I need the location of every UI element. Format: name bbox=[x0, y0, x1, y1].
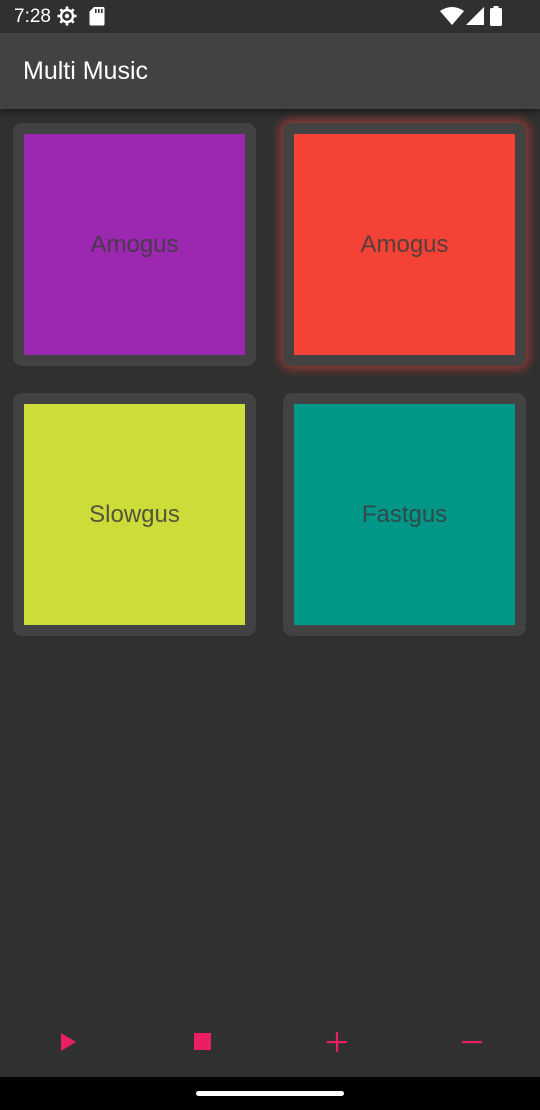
settings-gear-icon bbox=[57, 6, 77, 31]
sound-pad-button[interactable]: Amogus bbox=[24, 134, 245, 355]
sound-pad-label: Amogus bbox=[360, 230, 449, 258]
status-bar: 7:28 bbox=[0, 0, 540, 33]
sound-pad-button[interactable]: Slowgus bbox=[24, 404, 245, 625]
sound-pad-label: Slowgus bbox=[89, 500, 180, 528]
sound-pad-label: Amogus bbox=[90, 230, 179, 258]
play-button[interactable] bbox=[53, 1029, 83, 1059]
sound-pad-label: Fastgus bbox=[361, 500, 448, 528]
battery-icon bbox=[490, 6, 502, 31]
sound-pad-button[interactable]: Fastgus bbox=[294, 404, 515, 625]
home-gesture-handle[interactable] bbox=[196, 1091, 344, 1096]
sound-pad-button[interactable]: Amogus bbox=[294, 134, 515, 355]
sound-pad-frame: Amogus bbox=[283, 123, 526, 366]
stop-button[interactable] bbox=[187, 1029, 217, 1059]
stop-icon bbox=[193, 1033, 211, 1055]
remove-icon bbox=[462, 1032, 482, 1057]
remove-button[interactable] bbox=[457, 1029, 487, 1059]
app-title: Multi Music bbox=[23, 57, 149, 85]
status-time: 7:28 bbox=[14, 6, 51, 27]
signal-icon bbox=[466, 7, 484, 30]
wifi-icon bbox=[440, 7, 464, 30]
sound-pad-frame: Fastgus bbox=[283, 393, 526, 636]
sound-pad-frame: Slowgus bbox=[13, 393, 256, 636]
app-bar: Multi Music bbox=[0, 33, 540, 109]
sd-card-icon bbox=[89, 6, 105, 31]
sound-pad-frame: Amogus bbox=[13, 123, 256, 366]
playback-controls bbox=[0, 1011, 540, 1077]
system-navigation-bar bbox=[0, 1077, 540, 1110]
add-icon bbox=[327, 1031, 347, 1057]
play-icon bbox=[60, 1032, 76, 1056]
app-screen: 7:28 Multi Music Amogus Amogus Slowgus F… bbox=[0, 0, 540, 1110]
add-button[interactable] bbox=[322, 1029, 352, 1059]
